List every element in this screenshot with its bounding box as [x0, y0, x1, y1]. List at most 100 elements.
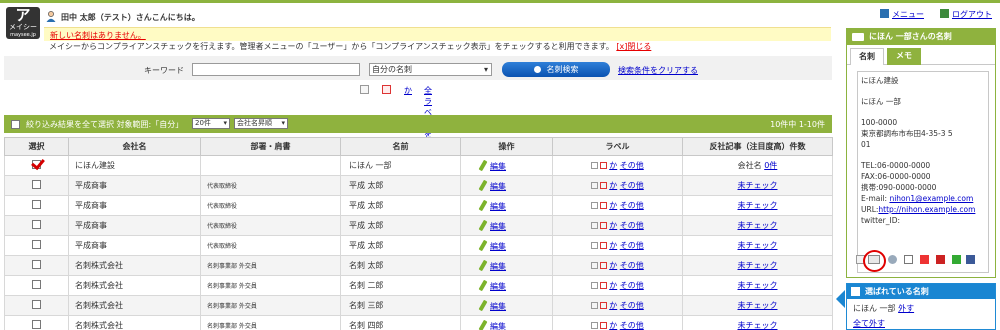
- share-icon[interactable]: [888, 255, 897, 264]
- trend-icon[interactable]: [920, 255, 929, 264]
- edit-link[interactable]: 編集: [490, 202, 506, 211]
- kana-label-link[interactable]: か: [609, 221, 617, 230]
- edit-link[interactable]: 編集: [490, 162, 506, 171]
- table-row[interactable]: 名刺株式会社 名刺事業部 外交員 名刺 太郎 編集 か その他 未チェック: [4, 255, 833, 276]
- row-checkbox[interactable]: [32, 220, 41, 229]
- label-tag-icon[interactable]: [591, 242, 599, 249]
- row-checkbox[interactable]: [32, 240, 41, 249]
- other-label-link[interactable]: その他: [620, 321, 644, 330]
- other-label-link[interactable]: その他: [620, 221, 644, 230]
- table-row[interactable]: 平成商事 代表取締役 平成 太郎 編集 か その他 未チェック: [4, 215, 833, 236]
- label-red-icon[interactable]: [600, 262, 608, 269]
- card-url-link[interactable]: http://nihon.example.com: [878, 205, 975, 214]
- news-count-link[interactable]: 未チェック: [738, 321, 778, 330]
- news-count-link[interactable]: 未チェック: [738, 241, 778, 250]
- kana-label-link[interactable]: か: [609, 201, 617, 210]
- scope-select[interactable]: 自分の名刺 ▾: [369, 63, 492, 76]
- kana-label-link[interactable]: か: [609, 281, 617, 290]
- close-info-link[interactable]: [x]閉じる: [616, 42, 651, 51]
- edit-link[interactable]: 編集: [490, 262, 506, 271]
- table-row[interactable]: 平成商事 代表取締役 平成 太郎 編集 か その他 未チェック: [4, 195, 833, 216]
- kana-label-link[interactable]: か: [404, 85, 412, 96]
- edit-link[interactable]: 編集: [490, 182, 506, 191]
- other-label-link[interactable]: その他: [620, 181, 644, 190]
- select-all-checkbox[interactable]: [11, 120, 20, 129]
- facebook-icon[interactable]: [966, 255, 975, 264]
- search-button[interactable]: 名刺検索: [502, 62, 610, 77]
- row-checkbox[interactable]: [32, 160, 41, 169]
- clear-conditions-link[interactable]: 検索条件をクリアする: [618, 65, 698, 76]
- edit-link[interactable]: 編集: [490, 322, 506, 330]
- tab-card[interactable]: 名刺: [850, 48, 884, 65]
- edit-link[interactable]: 編集: [490, 222, 506, 231]
- row-checkbox[interactable]: [32, 180, 41, 189]
- label-tag-icon[interactable]: [591, 182, 599, 189]
- notice-text[interactable]: 新しい名刺はありません。: [50, 30, 146, 41]
- label-red-icon[interactable]: [600, 222, 608, 229]
- table-row[interactable]: 平成商事 代表取締役 平成 太郎 編集 か その他 未チェック: [4, 235, 833, 256]
- clear-all-selected-link[interactable]: 全て外す: [853, 318, 885, 329]
- label-red-icon[interactable]: [600, 182, 608, 189]
- label-tag-icon[interactable]: [591, 202, 599, 209]
- row-checkbox[interactable]: [32, 320, 41, 329]
- table-row[interactable]: 平成商事 代表取締役 平成 太郎 編集 か その他 未チェック: [4, 175, 833, 196]
- other-label-link[interactable]: その他: [620, 241, 644, 250]
- title-cell: 代表取締役: [200, 175, 341, 196]
- label-red-icon[interactable]: [600, 242, 608, 249]
- comment-icon[interactable]: [904, 255, 913, 264]
- table-row[interactable]: 名刺株式会社 名刺事業部 外交員 名刺 四郎 編集 か その他 未チェック: [4, 315, 833, 330]
- label-red-icon[interactable]: [600, 202, 608, 209]
- other-label-link[interactable]: その他: [620, 301, 644, 310]
- keyword-input[interactable]: [192, 63, 360, 76]
- label-tag-icon[interactable]: [591, 302, 599, 309]
- news-count-link[interactable]: 未チェック: [738, 301, 778, 310]
- label-tag-icon[interactable]: [591, 322, 599, 329]
- kana-label-link[interactable]: か: [609, 241, 617, 250]
- news-count-link[interactable]: 未チェック: [738, 261, 778, 270]
- news-count-link[interactable]: 未チェック: [738, 181, 778, 190]
- tab-memo[interactable]: メモ: [887, 48, 921, 65]
- table-row[interactable]: 名刺株式会社 名刺事業部 外交員 名刺 二郎 編集 か その他 未チェック: [4, 275, 833, 296]
- kana-label-link[interactable]: か: [609, 321, 617, 330]
- edit-link[interactable]: 編集: [490, 302, 506, 311]
- other-label-link[interactable]: その他: [620, 261, 644, 270]
- label-tag-icon[interactable]: [360, 85, 369, 94]
- kana-label-link[interactable]: か: [609, 301, 617, 310]
- table-row[interactable]: 名刺株式会社 名刺事業部 外交員 名刺 三郎 編集 か その他 未チェック: [4, 295, 833, 316]
- book-icon[interactable]: [936, 255, 945, 264]
- other-label-link[interactable]: その他: [620, 201, 644, 210]
- kana-label-link[interactable]: か: [609, 181, 617, 190]
- kana-label-link[interactable]: か: [609, 161, 617, 170]
- per-page-select[interactable]: 20件 ▾: [192, 118, 230, 129]
- label-red-icon[interactable]: [600, 282, 608, 289]
- news-count-link[interactable]: 未チェック: [738, 201, 778, 210]
- menu-link[interactable]: メニュー: [880, 9, 924, 20]
- logout-link[interactable]: ログアウト: [940, 9, 992, 20]
- other-label-link[interactable]: その他: [620, 161, 644, 170]
- label-tag-icon[interactable]: [591, 282, 599, 289]
- sort-order-select[interactable]: 会社名昇順 ▾: [234, 118, 288, 129]
- label-tag-icon[interactable]: [591, 262, 599, 269]
- edit-link[interactable]: 編集: [490, 242, 506, 251]
- row-checkbox[interactable]: [32, 260, 41, 269]
- other-label-link[interactable]: その他: [620, 281, 644, 290]
- row-checkbox[interactable]: [32, 280, 41, 289]
- news-count-link[interactable]: 0件: [764, 161, 777, 170]
- remove-selected-link[interactable]: 外す: [898, 304, 914, 313]
- kana-label-link[interactable]: か: [609, 261, 617, 270]
- label-red-icon[interactable]: [600, 302, 608, 309]
- news-count-link[interactable]: 未チェック: [738, 221, 778, 230]
- label-tag-icon[interactable]: [591, 162, 599, 169]
- card-email-link[interactable]: nihon1@example.com: [889, 194, 973, 203]
- edit-link[interactable]: 編集: [490, 282, 506, 291]
- app-logo[interactable]: ア メイシー maysee.jp: [6, 7, 40, 39]
- label-red-icon[interactable]: [382, 85, 391, 94]
- row-checkbox[interactable]: [32, 300, 41, 309]
- row-checkbox[interactable]: [32, 200, 41, 209]
- label-red-icon[interactable]: [600, 162, 608, 169]
- label-red-icon[interactable]: [600, 322, 608, 329]
- table-row[interactable]: にほん建設 にほん 一部 編集 か その他 会社名 0件: [4, 155, 833, 176]
- phone-icon[interactable]: [952, 255, 961, 264]
- news-count-link[interactable]: 未チェック: [738, 281, 778, 290]
- label-tag-icon[interactable]: [591, 222, 599, 229]
